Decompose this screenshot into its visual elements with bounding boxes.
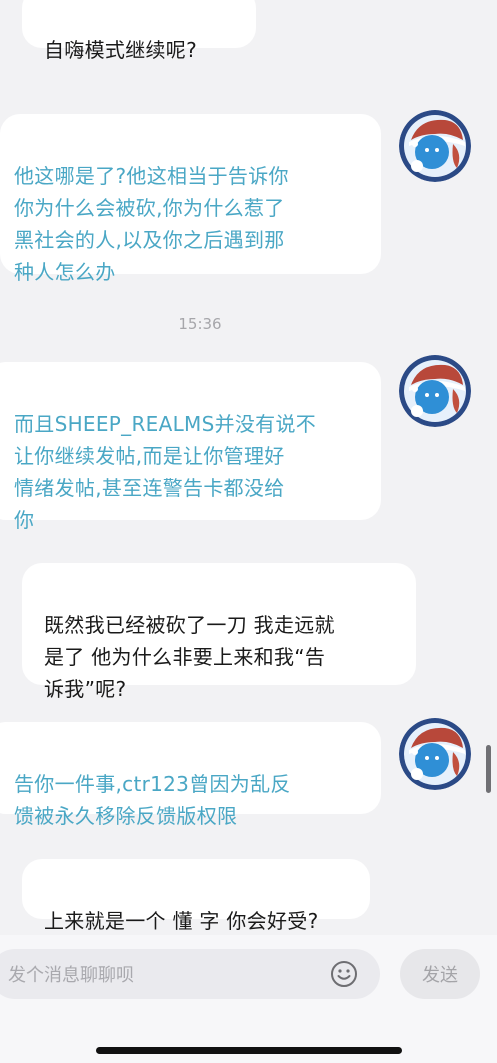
chat-message-list[interactable]: 自嗨模式继续呢? 他这哪是了?他这相当于告诉你 你为什么会被砍,你为什么惹了 黑… [0,0,497,935]
avatar[interactable] [399,718,471,790]
message-text: 上来就是一个 懂 字 你会好受? [44,909,319,933]
message-bubble-sent[interactable]: 既然我已经被砍了一刀 我走远就 是了 他为什么非要上来和我“告 诉我”呢? [22,563,416,701]
message-bubble-sent[interactable]: 上来就是一个 懂 字 你会好受? [22,859,370,933]
message-bubble-received[interactable]: 而且SHEEP_REALMS并没有说不 让你继续发帖,而是让你管理好 情绪发帖,… [0,362,381,532]
message-timestamp: 15:36 [178,315,222,333]
message-text: 他这哪是了?他这相当于告诉你 你为什么会被砍,你为什么惹了 黑社会的人,以及你之… [14,164,289,284]
message-text: 既然我已经被砍了一刀 我走远就 是了 他为什么非要上来和我“告 诉我”呢? [44,613,335,701]
scrollbar-thumb[interactable] [486,745,491,793]
send-button[interactable]: 发送 [400,949,480,999]
message-bubble-received[interactable]: 告你一件事,ctr123曾因为乱反 馈被永久移除反馈版权限 [0,722,381,828]
message-bubble-sent[interactable]: 自嗨模式继续呢? [22,0,256,62]
message-text: 告你一件事,ctr123曾因为乱反 馈被永久移除反馈版权限 [14,772,291,828]
snowman-avatar-icon [399,110,471,182]
message-input-bar: 发送 [0,935,497,1063]
message-bubble-received[interactable]: 他这哪是了?他这相当于告诉你 你为什么会被砍,你为什么惹了 黑社会的人,以及你之… [0,114,381,284]
message-input[interactable] [6,949,320,1001]
message-text: 而且SHEEP_REALMS并没有说不 让你继续发帖,而是让你管理好 情绪发帖,… [14,412,317,532]
message-text: 自嗨模式继续呢? [44,38,198,62]
emoji-button[interactable] [330,960,358,988]
avatar[interactable] [399,355,471,427]
home-indicator[interactable] [96,1047,402,1054]
smiley-face-icon [331,961,357,987]
snowman-avatar-icon [399,355,471,427]
message-input-container[interactable] [0,949,380,1001]
snowman-avatar-icon [399,718,471,790]
avatar[interactable] [399,110,471,182]
